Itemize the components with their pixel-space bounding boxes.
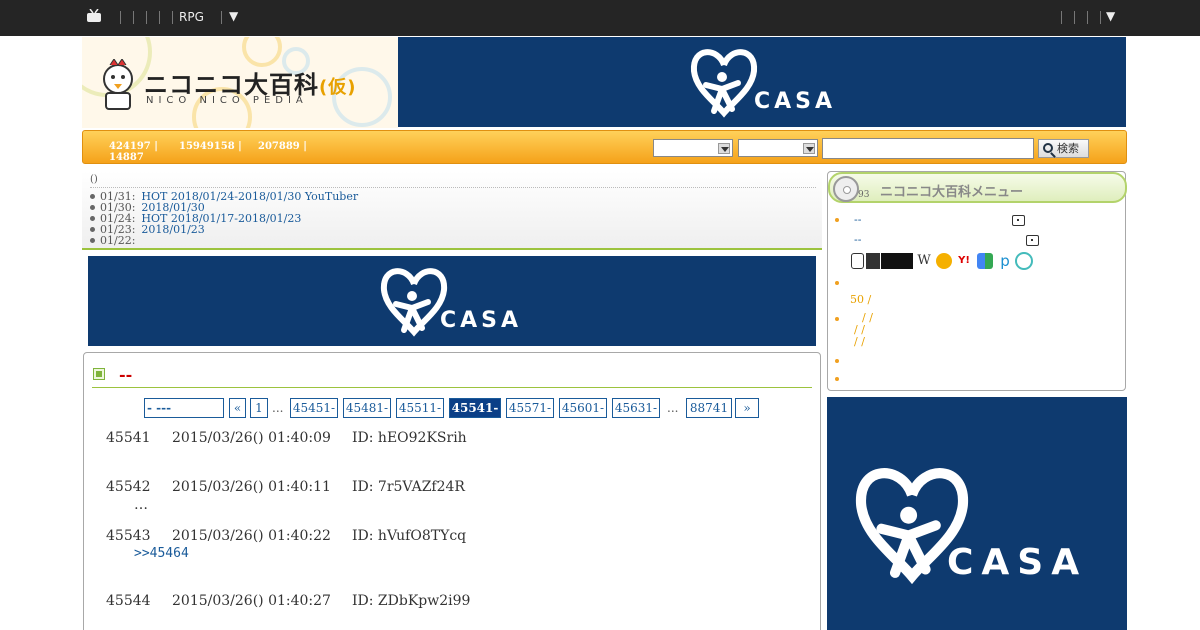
top-menu-separator <box>146 11 147 24</box>
side-menu-item[interactable]: 50 / <box>850 293 871 306</box>
page-link[interactable]: 45601- <box>559 398 607 418</box>
response-body: … <box>134 497 148 513</box>
response-anchor-link[interactable]: >>45464 <box>134 546 189 561</box>
side-menu-item[interactable]: / / <box>854 335 865 348</box>
pager-ellipsis: ... <box>272 401 284 415</box>
article-title: -- <box>119 365 133 384</box>
response-id: ID: hVufO8TYcq <box>352 528 467 544</box>
response-id: ID: ZDbKpw2i99 <box>352 593 471 609</box>
logo-subtitle: NICO NICO PEDIA <box>146 95 308 106</box>
bbs-content: -- - --- « 1 ... 45451- 45481- 45511- 45… <box>83 352 821 630</box>
response-header: 45544 2015/03/26() 01:40:27 ID: ZDbKpw2i99 <box>106 593 470 609</box>
top-menu-separator <box>1100 11 1101 24</box>
response-number[interactable]: 45544 <box>106 593 172 609</box>
niconico-tv-icon[interactable] <box>86 9 102 23</box>
bbs-square-icon <box>93 368 105 380</box>
top-menu-separator <box>1087 11 1088 24</box>
casa-brand-text: CASA <box>754 89 837 114</box>
response-date: 2015/03/26() 01:40:27 <box>172 593 331 609</box>
top-menu-separator <box>221 11 222 24</box>
side-menu-header: 93 ニコニコ大百科メニュー <box>828 172 1127 203</box>
casa-banner-ad-top[interactable]: CASA <box>398 37 1126 127</box>
top-menu-separator <box>172 11 173 24</box>
news-item: 01/22: <box>90 235 141 246</box>
response-header: 45542 2015/03/26() 01:40:11 ID: 7r5VAZf24R <box>106 479 465 495</box>
stat-count: 14887 <box>109 152 144 163</box>
stat-pictures: 207889 | <box>258 141 307 152</box>
side-menu: 93 ニコニコ大百科メニュー -- -- W Y! p 50 / / / / /… <box>827 171 1127 391</box>
pager-ellipsis: ... <box>667 401 679 415</box>
response-number[interactable]: 45541 <box>106 430 172 446</box>
page-jump-select[interactable]: - --- <box>144 398 224 418</box>
page-link[interactable]: 1 <box>250 398 268 418</box>
page-link[interactable]: 45451- <box>290 398 338 418</box>
casa-banner-ad-middle[interactable]: CASA <box>88 256 816 346</box>
response-header: 45543 2015/03/26() 01:40:22 ID: hVufO8TYcq <box>106 528 466 544</box>
side-menu-title: ニコニコ大百科メニュー <box>880 185 1024 200</box>
mascot-icon <box>103 59 133 110</box>
side-menu-link[interactable]: -- <box>854 233 861 246</box>
more-menu-dropdown[interactable]: ▼ <box>229 9 238 23</box>
search-icon <box>1043 143 1053 153</box>
page-link[interactable]: 45631- <box>612 398 660 418</box>
google-icon[interactable] <box>977 253 993 269</box>
cd-icon <box>833 176 859 202</box>
stat-articles: 424197 | <box>109 141 158 152</box>
top-menu-separator <box>133 11 134 24</box>
search-input[interactable] <box>822 138 1034 159</box>
nico-seiga-icon[interactable] <box>866 253 880 269</box>
chevron-down-icon <box>718 143 730 154</box>
casa-brand-text: CASA <box>440 308 523 333</box>
side-menu-link[interactable]: -- <box>854 213 861 226</box>
question-icon[interactable] <box>936 253 952 269</box>
page-link[interactable]: 45571- <box>506 398 554 418</box>
news-box: () 01/31: HOT 2018/01/24-2018/01/30 YouTu… <box>82 171 822 250</box>
wikipedia-icon[interactable]: W <box>917 253 931 269</box>
casa-side-ad[interactable]: CASA <box>827 397 1127 630</box>
response-date: 2015/03/26() 01:40:22 <box>172 528 331 544</box>
rpg-menu-link[interactable]: RPG <box>179 10 204 24</box>
tv-icon[interactable] <box>1012 215 1025 226</box>
top-bar: RPG ▼ ▼ <box>0 0 1200 36</box>
top-menu-separator <box>159 11 160 24</box>
current-page: 45541- <box>449 398 501 418</box>
tv-icon[interactable] <box>1026 235 1039 246</box>
casa-brand-text: CASA <box>947 542 1088 583</box>
response-number[interactable]: 45542 <box>106 479 172 495</box>
page-link[interactable]: 45481- <box>343 398 391 418</box>
stats-search-bar: 424197 | 14887 15949158 | 207889 | 検索 <box>82 130 1127 164</box>
response-header: 45541 2015/03/26() 01:40:09 ID: hEO92KSrih <box>106 430 467 446</box>
response-date: 2015/03/26() 01:40:11 <box>172 479 331 495</box>
search-target-select[interactable] <box>738 139 818 157</box>
casa-heart-logo-icon <box>690 49 758 118</box>
search-type-select[interactable] <box>653 139 733 157</box>
hand-sign-icon[interactable] <box>1015 252 1033 270</box>
prev-page-button[interactable]: « <box>229 398 246 418</box>
news-heading: () <box>90 174 98 185</box>
top-menu-separator <box>1074 11 1075 24</box>
chevron-down-icon <box>803 143 815 154</box>
page-link[interactable]: 45511- <box>396 398 444 418</box>
user-menu-dropdown[interactable]: ▼ <box>1106 9 1115 23</box>
search-button[interactable]: 検索 <box>1038 139 1089 158</box>
page-link[interactable]: 88741 <box>686 398 732 418</box>
stat-responses: 15949158 | <box>179 141 242 152</box>
top-menu-separator <box>120 11 121 24</box>
response-id: ID: hEO92KSrih <box>352 430 467 446</box>
pixiv-icon[interactable]: p <box>997 253 1013 269</box>
response-date: 2015/03/26() 01:40:09 <box>172 430 331 446</box>
top-menu-separator <box>1061 11 1062 24</box>
nico-brand-icon[interactable] <box>881 253 913 269</box>
response-number[interactable]: 45543 <box>106 528 172 544</box>
next-page-button[interactable]: » <box>735 398 759 418</box>
response-id: ID: 7r5VAZf24R <box>352 479 465 495</box>
yahoo-icon[interactable]: Y! <box>955 253 973 269</box>
nico-tv-icon[interactable] <box>851 253 864 269</box>
site-logo[interactable]: ニコニコ大百科(仮) NICO NICO PEDIA <box>82 37 398 128</box>
news-link[interactable]: 2018/01/23 <box>141 223 204 236</box>
